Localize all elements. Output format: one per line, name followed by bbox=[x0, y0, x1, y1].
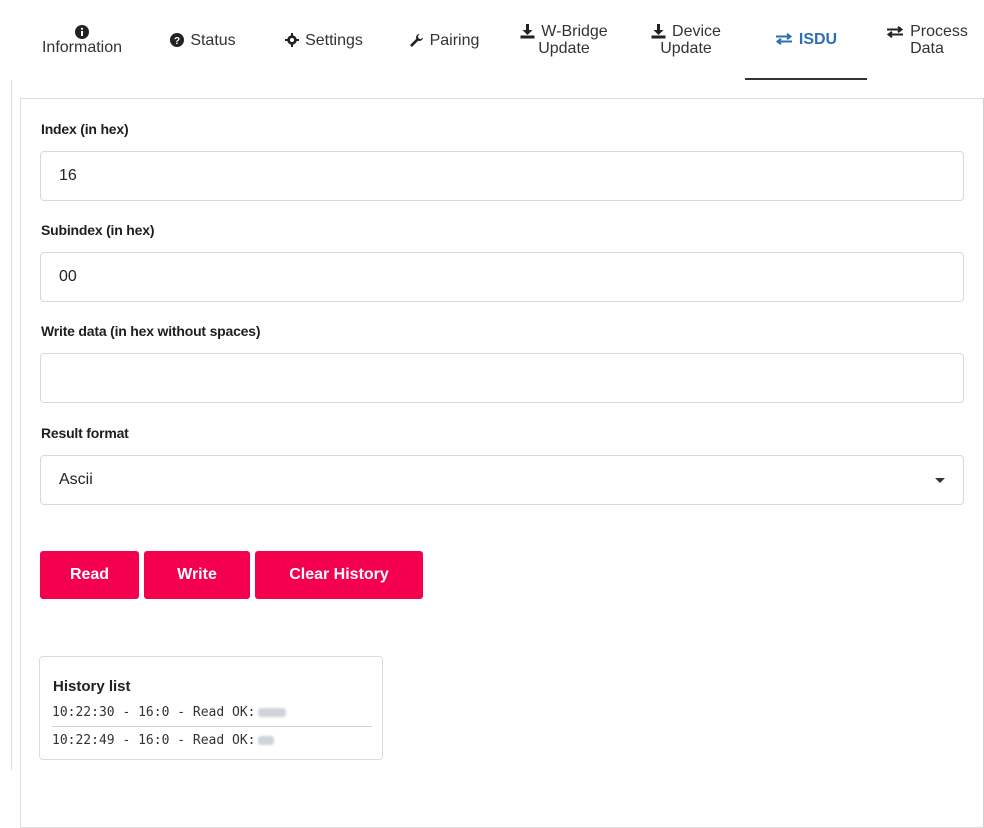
tab-information-label: Information bbox=[41, 38, 123, 56]
tab-pairing[interactable]: Pairing bbox=[398, 0, 490, 80]
result-format-value: Ascii bbox=[59, 471, 93, 488]
write-button[interactable]: Write bbox=[144, 551, 250, 599]
divider bbox=[11, 80, 12, 770]
tab-device-update[interactable]: Device Update bbox=[636, 0, 736, 80]
result-format-label: Result format bbox=[41, 425, 129, 441]
write-data-label: Write data (in hex without spaces) bbox=[41, 323, 261, 339]
tab-wbridge-update-line1: W-Bridge bbox=[541, 23, 608, 40]
svg-text:?: ? bbox=[174, 36, 180, 47]
tab-pairing-label: Pairing bbox=[429, 31, 480, 49]
download-icon bbox=[520, 24, 535, 39]
tab-wbridge-update[interactable]: W-Bridge Update bbox=[505, 0, 623, 80]
history-entry-text: 10:22:49 - 16:0 - Read OK: bbox=[52, 732, 256, 748]
tab-process-data-line1: Process bbox=[910, 23, 968, 40]
history-panel: History list 10:22:30 - 16:0 - Read OK: … bbox=[39, 656, 383, 760]
tab-status[interactable]: ? Status bbox=[160, 0, 246, 80]
clear-history-button[interactable]: Clear History bbox=[255, 551, 423, 599]
history-entry-text: 10:22:30 - 16:0 - Read OK: bbox=[52, 704, 256, 720]
history-title: History list bbox=[53, 678, 131, 695]
question-circle-icon: ? bbox=[170, 33, 185, 47]
index-value: 16 bbox=[59, 167, 77, 184]
info-circle-icon bbox=[75, 24, 89, 39]
result-format-select[interactable]: Ascii bbox=[40, 455, 964, 505]
read-button[interactable]: Read bbox=[40, 551, 139, 599]
index-label: Index (in hex) bbox=[41, 121, 129, 137]
redacted-value bbox=[257, 707, 286, 717]
subindex-value: 00 bbox=[59, 268, 77, 285]
tab-bar: Information ? Status Settings Pairing W-… bbox=[0, 0, 984, 80]
subindex-input[interactable]: 00 bbox=[40, 252, 964, 302]
history-separator bbox=[52, 726, 372, 727]
tab-device-update-line2: Update bbox=[660, 40, 712, 57]
history-entry: 10:22:30 - 16:0 - Read OK: bbox=[52, 700, 372, 724]
index-input[interactable]: 16 bbox=[40, 151, 964, 201]
wrench-icon bbox=[409, 33, 423, 47]
download-icon bbox=[651, 24, 666, 39]
tab-isdu[interactable]: ISDU bbox=[745, 0, 867, 80]
exchange-icon bbox=[775, 33, 793, 45]
exchange-icon bbox=[886, 25, 904, 38]
history-entry: 10:22:49 - 16:0 - Read OK: bbox=[52, 728, 372, 752]
write-data-input[interactable] bbox=[40, 353, 964, 403]
tab-wbridge-update-line2: Update bbox=[538, 40, 590, 57]
subindex-label: Subindex (in hex) bbox=[41, 222, 155, 238]
tab-settings[interactable]: Settings bbox=[272, 0, 376, 80]
tab-process-data[interactable]: Process Data bbox=[872, 0, 982, 80]
tab-isdu-label: ISDU bbox=[798, 30, 838, 48]
tab-information[interactable]: Information bbox=[26, 0, 138, 80]
chevron-down-icon bbox=[935, 478, 945, 483]
redacted-value bbox=[257, 735, 274, 745]
tab-status-label: Status bbox=[190, 31, 236, 49]
tab-settings-label: Settings bbox=[305, 31, 363, 49]
tab-process-data-line2: Data bbox=[910, 40, 944, 57]
tab-device-update-line1: Device bbox=[672, 23, 721, 40]
gear-icon bbox=[285, 33, 300, 47]
